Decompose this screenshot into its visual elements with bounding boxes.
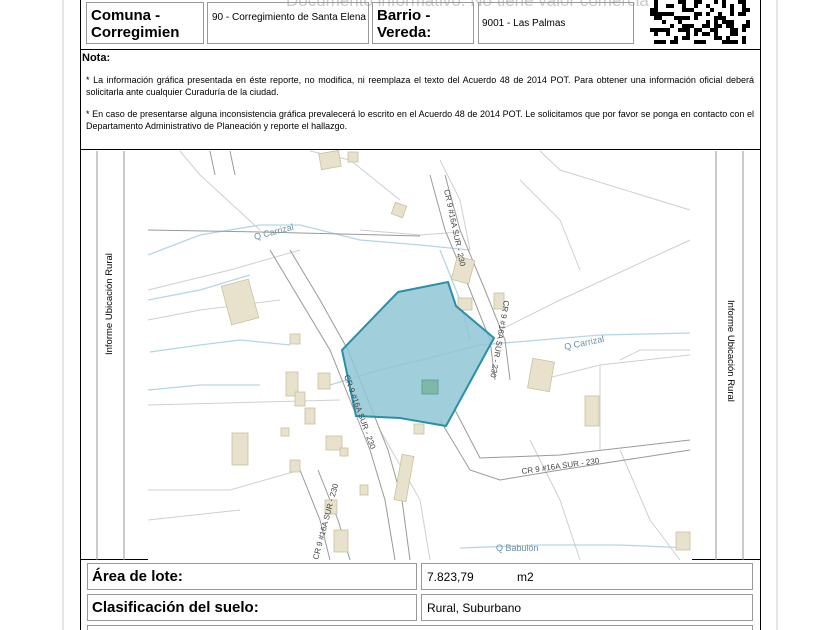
building bbox=[339, 447, 349, 457]
building bbox=[289, 333, 301, 345]
next-row-cell bbox=[87, 625, 753, 630]
building bbox=[317, 372, 331, 390]
building bbox=[413, 423, 425, 435]
area-value: 7.823,79 bbox=[427, 570, 474, 584]
building bbox=[294, 391, 306, 407]
building bbox=[231, 432, 249, 466]
building bbox=[318, 149, 342, 171]
clasificacion-value: Rural, Suburbano bbox=[427, 601, 522, 615]
building bbox=[675, 531, 691, 551]
building bbox=[304, 407, 316, 425]
stream-label-babulon: Q Babulón bbox=[496, 543, 539, 553]
area-unit: m2 bbox=[517, 570, 534, 584]
area-label: Área de lote: bbox=[92, 568, 183, 585]
building bbox=[280, 427, 290, 437]
clasificacion-label: Clasificación del suelo: bbox=[92, 599, 259, 616]
building bbox=[347, 151, 359, 163]
building bbox=[289, 459, 301, 473]
building bbox=[359, 484, 369, 496]
side-label-right: Informe Ubicación Rural bbox=[725, 300, 736, 402]
rural-location-map[interactable]: Q Carrizal Q Carrizal Q Babulón CR 9 #16… bbox=[0, 0, 840, 630]
building bbox=[333, 529, 349, 553]
side-label-left: Informe Ubicación Rural bbox=[104, 253, 115, 355]
building bbox=[527, 357, 555, 393]
clasificacion-row: Clasificación del suelo: Rural, Suburban… bbox=[80, 594, 761, 630]
building bbox=[584, 395, 600, 427]
area-row: Área de lote: 7.823,79 m2 bbox=[80, 560, 761, 594]
parcel-building bbox=[421, 379, 439, 395]
